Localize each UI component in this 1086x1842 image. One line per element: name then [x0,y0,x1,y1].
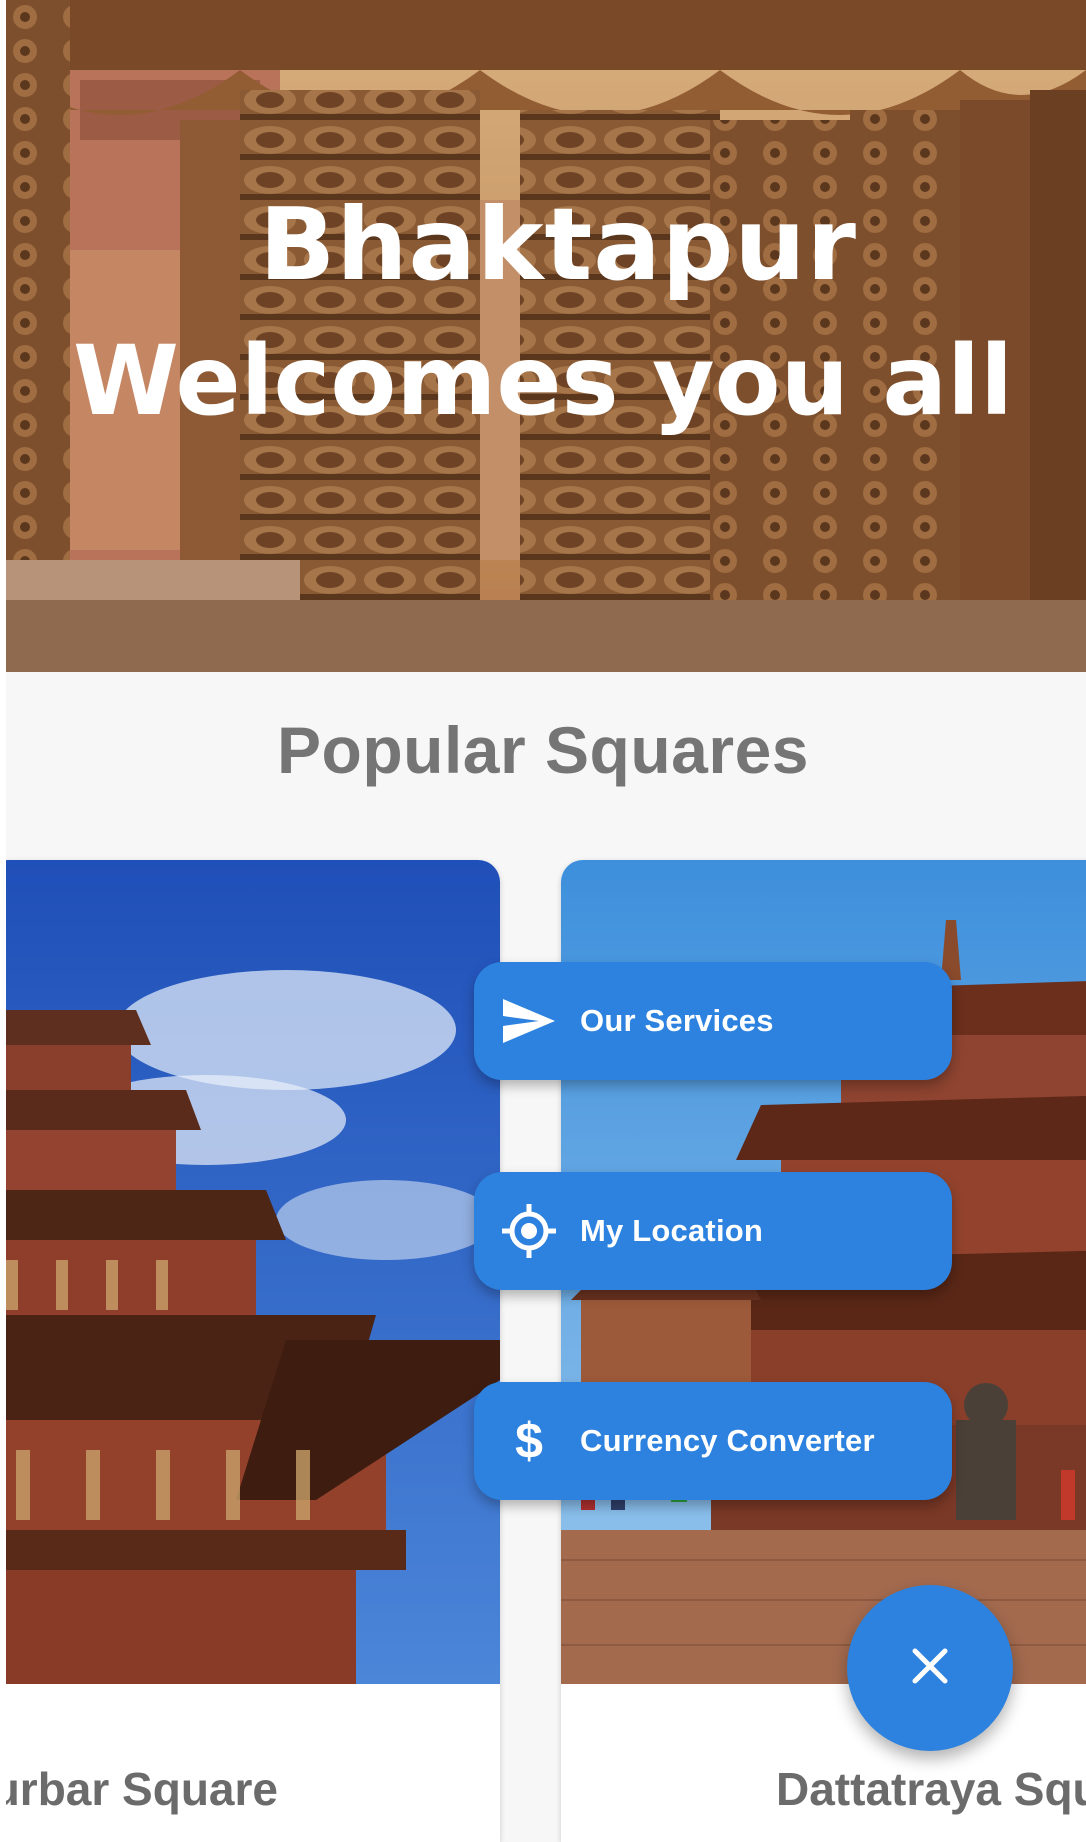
my-location-button[interactable]: My Location [474,1172,952,1290]
my-location-label: My Location [580,1213,764,1248]
square-card-title: Durbar Square [0,1763,278,1815]
square-card-image [0,860,500,1684]
hero-title: Bhaktapur Welcomes you all [0,186,1086,437]
square-card-durbar[interactable] [0,860,500,1842]
currency-converter-button[interactable]: $ Currency Converter [474,1382,952,1500]
screen-edge [0,0,6,1842]
popular-squares-heading: Popular Squares [277,713,809,787]
close-icon [910,1646,950,1691]
currency-converter-label: Currency Converter [580,1423,875,1458]
square-card-title: Dattatraya Squ [776,1763,1086,1815]
hero-title-line2: Welcomes you all [73,325,1013,437]
dollar-icon: $ [515,1413,543,1469]
hero-banner: Bhaktapur Welcomes you all [0,0,1086,672]
send-icon [500,992,558,1050]
our-services-button[interactable]: Our Services [474,962,952,1080]
our-services-label: Our Services [580,1003,774,1038]
location-target-icon [500,1202,558,1260]
speed-dial-close-button[interactable] [847,1585,1013,1751]
hero-title-line1: Bhaktapur [259,186,857,303]
pagoda-photo [0,860,500,1684]
